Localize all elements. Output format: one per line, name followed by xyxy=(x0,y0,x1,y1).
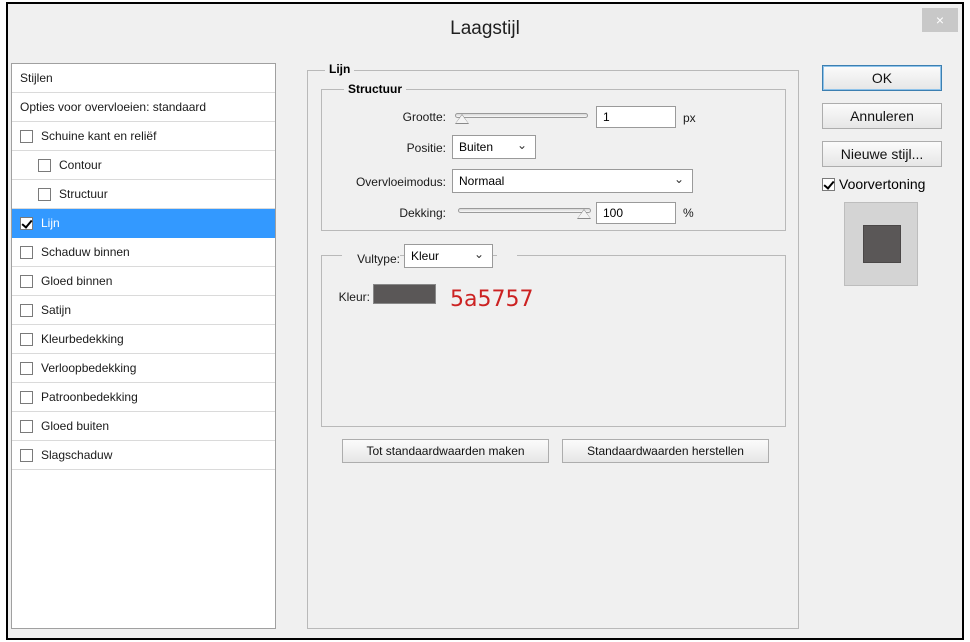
stroke-section-title: Lijn xyxy=(325,62,355,76)
ok-button[interactable]: OK xyxy=(822,65,942,91)
close-button[interactable]: × xyxy=(922,8,958,32)
position-value: Buiten xyxy=(459,140,494,154)
blend-mode-select[interactable]: Normaal ⌄ xyxy=(452,169,693,193)
checkbox[interactable] xyxy=(20,245,33,259)
title-bar: Laagstijl × xyxy=(8,4,962,60)
preview-square xyxy=(863,225,901,263)
opacity-input[interactable]: 100 xyxy=(596,202,676,224)
color-label: Kleur: xyxy=(338,290,370,304)
style-item-label: Patroonbedekking xyxy=(41,390,138,404)
style-item-satijn[interactable]: Satijn xyxy=(12,296,275,325)
preview-checkbox-row[interactable]: Voorvertoning xyxy=(822,176,925,192)
style-item-label: Kleurbedekking xyxy=(41,332,124,346)
color-swatch[interactable] xyxy=(373,284,436,304)
style-item-label: Satijn xyxy=(41,303,72,317)
blend-mode-label: Overvloeimodus: xyxy=(355,175,446,189)
opacity-slider-track[interactable] xyxy=(458,208,591,213)
fill-groupbox xyxy=(321,255,786,427)
checkbox[interactable] xyxy=(20,419,33,433)
cancel-button[interactable]: Annuleren xyxy=(822,103,942,129)
style-item-contour[interactable]: Contour xyxy=(12,151,275,180)
chevron-down-icon: ⌄ xyxy=(673,172,684,186)
style-item-gloed-buiten[interactable]: Gloed buiten xyxy=(12,412,275,441)
position-label: Positie: xyxy=(406,141,446,155)
style-item-slagschaduw[interactable]: Slagschaduw xyxy=(12,441,275,470)
style-item-kleurbedekking[interactable]: Kleurbedekking xyxy=(12,325,275,354)
checkbox[interactable] xyxy=(20,448,33,462)
color-hex-annotation: 5a5757 xyxy=(450,287,534,312)
checkbox[interactable] xyxy=(20,216,33,230)
style-preview xyxy=(844,202,918,286)
size-input[interactable]: 1 xyxy=(596,106,676,128)
checkbox[interactable] xyxy=(20,274,33,288)
chevron-down-icon: ⌄ xyxy=(473,247,484,261)
style-item-schuine-kant-en-reli-f[interactable]: Schuine kant en reliëf xyxy=(12,122,275,151)
make-default-button[interactable]: Tot standaardwaarden maken xyxy=(342,439,549,463)
style-item-verloopbedekking[interactable]: Verloopbedekking xyxy=(12,354,275,383)
style-item-structuur[interactable]: Structuur xyxy=(12,180,275,209)
fill-type-value: Kleur xyxy=(411,249,440,263)
blend-options-item[interactable]: Opties voor overvloeien: standaard xyxy=(12,93,275,122)
style-item-label: Schaduw binnen xyxy=(41,245,130,259)
fill-type-select[interactable]: Kleur ⌄ xyxy=(404,244,493,268)
checkbox[interactable] xyxy=(20,129,33,143)
fill-type-label: Vultype: xyxy=(342,252,400,266)
checkbox[interactable] xyxy=(38,158,51,172)
blend-mode-value: Normaal xyxy=(459,174,505,188)
chevron-down-icon: ⌄ xyxy=(516,138,527,152)
styles-header[interactable]: Stijlen xyxy=(12,64,275,93)
style-item-patroonbedekking[interactable]: Patroonbedekking xyxy=(12,383,275,412)
style-item-lijn[interactable]: Lijn xyxy=(12,209,275,238)
style-item-label: Slagschaduw xyxy=(41,448,113,462)
new-style-button[interactable]: Nieuwe stijl... xyxy=(822,141,942,167)
preview-label: Voorvertoning xyxy=(839,176,926,192)
opacity-label: Dekking: xyxy=(399,206,446,220)
style-item-schaduw-binnen[interactable]: Schaduw binnen xyxy=(12,238,275,267)
checkbox[interactable] xyxy=(20,390,33,404)
structure-section-title: Structuur xyxy=(344,82,406,96)
dialog-title: Laagstijl xyxy=(450,18,520,39)
style-item-label: Schuine kant en reliëf xyxy=(41,129,157,143)
position-select[interactable]: Buiten ⌄ xyxy=(452,135,536,159)
checkbox[interactable] xyxy=(20,332,33,346)
checkbox[interactable] xyxy=(20,303,33,317)
preview-checkbox[interactable] xyxy=(822,177,835,191)
styles-list-panel: Stijlen Opties voor overvloeien: standaa… xyxy=(11,63,276,629)
size-slider-thumb[interactable] xyxy=(455,114,469,124)
style-item-label: Gloed buiten xyxy=(41,419,110,433)
checkbox[interactable] xyxy=(20,361,33,375)
reset-default-button[interactable]: Standaardwaarden herstellen xyxy=(562,439,769,463)
legend-gap xyxy=(497,254,517,257)
size-label: Grootte: xyxy=(402,110,446,124)
style-item-label: Structuur xyxy=(59,187,108,201)
close-icon: × xyxy=(935,12,945,28)
style-item-gloed-binnen[interactable]: Gloed binnen xyxy=(12,267,275,296)
checkbox[interactable] xyxy=(38,187,51,201)
opacity-unit: % xyxy=(683,206,694,220)
size-slider-track[interactable] xyxy=(455,113,588,118)
style-item-label: Verloopbedekking xyxy=(41,361,137,375)
opacity-slider-thumb[interactable] xyxy=(577,209,591,219)
style-item-label: Gloed binnen xyxy=(41,274,113,288)
style-item-label: Contour xyxy=(59,158,102,172)
style-item-label: Lijn xyxy=(41,216,60,230)
size-unit: px xyxy=(683,111,696,125)
